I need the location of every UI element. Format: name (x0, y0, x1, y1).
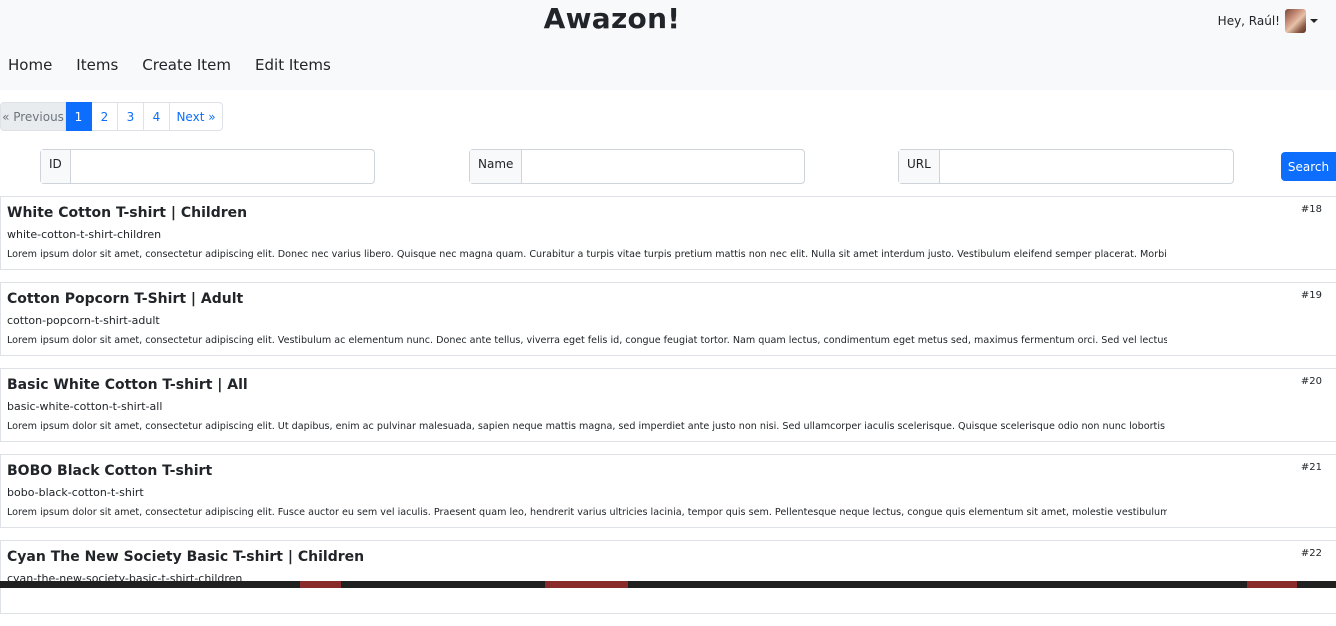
search-button[interactable]: Search (1281, 152, 1336, 181)
avatar (1285, 9, 1306, 33)
item-description: Lorem ipsum dolor sit amet, consectetur … (7, 421, 1167, 432)
next-page-button[interactable]: Next » (170, 102, 223, 131)
item-slug: basic-white-cotton-t-shirt-all (7, 400, 163, 413)
item-id: #19 (1300, 290, 1322, 301)
taskbar-app[interactable] (1247, 581, 1297, 588)
page-2-button[interactable]: 2 (92, 102, 118, 131)
page-1-button[interactable]: 1 (66, 102, 92, 131)
main-nav: Home Items Create Item Edit Items (8, 56, 355, 74)
id-search-group: ID (40, 149, 375, 184)
item-slug: bobo-black-cotton-t-shirt (7, 486, 144, 499)
item-id: #21 (1300, 462, 1322, 473)
list-item[interactable]: BOBO Black Cotton T-shirt bobo-black-cot… (0, 454, 1336, 528)
id-label: ID (41, 150, 71, 183)
user-greeting: Hey, Raúl! (1217, 14, 1280, 28)
name-search-group: Name (469, 149, 805, 184)
name-label: Name (470, 150, 523, 183)
nav-home[interactable]: Home (8, 56, 52, 74)
list-item[interactable]: Cyan The New Society Basic T-shirt | Chi… (0, 540, 1336, 614)
taskbar-app[interactable] (545, 581, 628, 588)
item-title[interactable]: Cotton Popcorn T-Shirt | Adult (7, 291, 243, 307)
item-list: White Cotton T-shirt | Children white-co… (0, 196, 1336, 626)
page-3-button[interactable]: 3 (118, 102, 144, 131)
item-title[interactable]: Cyan The New Society Basic T-shirt | Chi… (7, 549, 364, 565)
item-title[interactable]: BOBO Black Cotton T-shirt (7, 463, 212, 479)
item-description: Lorem ipsum dolor sit amet, consectetur … (7, 335, 1167, 346)
list-item[interactable]: Cotton Popcorn T-Shirt | Adult cotton-po… (0, 282, 1336, 356)
item-slug: white-cotton-t-shirt-children (7, 228, 162, 241)
item-title[interactable]: Basic White Cotton T-shirt | All (7, 377, 248, 393)
item-title[interactable]: White Cotton T-shirt | Children (7, 205, 247, 221)
page-4-button[interactable]: 4 (144, 102, 170, 131)
previous-page-button[interactable]: « Previous (0, 102, 66, 131)
list-item[interactable]: Basic White Cotton T-shirt | All basic-w… (0, 368, 1336, 442)
url-search-group: URL (898, 149, 1234, 184)
navbar: Awazon! Hey, Raúl! Home Items Create Ite… (0, 0, 1336, 90)
os-taskbar (0, 581, 1336, 588)
pagination: « Previous 1 2 3 4 Next » (0, 102, 223, 131)
name-input[interactable] (522, 150, 804, 183)
item-id: #22 (1300, 548, 1322, 559)
item-id: #20 (1300, 376, 1322, 387)
item-slug: cotton-popcorn-t-shirt-adult (7, 314, 160, 327)
nav-create-item[interactable]: Create Item (142, 56, 231, 74)
id-input[interactable] (70, 150, 374, 183)
item-id: #18 (1300, 204, 1322, 215)
list-item[interactable]: White Cotton T-shirt | Children white-co… (0, 196, 1336, 270)
url-label: URL (899, 150, 940, 183)
user-menu[interactable]: Hey, Raúl! (1218, 9, 1318, 33)
brand-title[interactable]: Awazon! (0, 2, 1224, 35)
item-description: Lorem ipsum dolor sit amet, consectetur … (7, 507, 1167, 518)
taskbar-app[interactable] (300, 581, 341, 588)
nav-edit-items[interactable]: Edit Items (255, 56, 331, 74)
item-description: Lorem ipsum dolor sit amet, consectetur … (7, 249, 1167, 260)
nav-items[interactable]: Items (76, 56, 118, 74)
chevron-down-icon (1310, 19, 1318, 23)
url-input[interactable] (939, 150, 1233, 183)
